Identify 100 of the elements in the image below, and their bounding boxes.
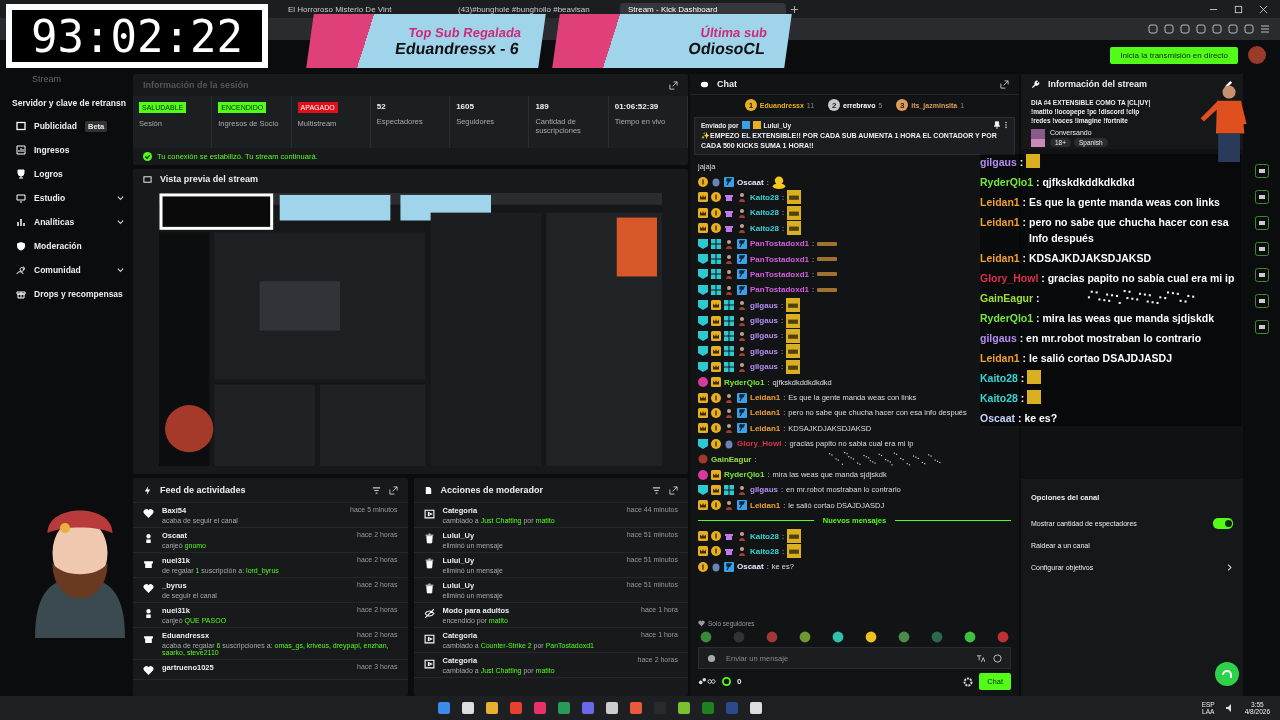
sidebar-item[interactable]: Comunidad (34, 265, 81, 275)
user-name[interactable]: Leidan1 (750, 408, 781, 418)
popout-icon[interactable] (388, 485, 398, 495)
filter-icon[interactable] (371, 485, 381, 495)
user-name[interactable]: GainEagur (711, 454, 752, 464)
emote-icon (1027, 370, 1042, 384)
og-icon (724, 346, 734, 357)
taskbar-app-icon[interactable] (461, 702, 474, 714)
browser-tab[interactable]: (43)#bunghole #bungholio #beavisan (450, 2, 616, 16)
menu-item-icon (16, 217, 26, 227)
user-name[interactable]: gilgaus (750, 316, 778, 326)
dock-icon[interactable] (1254, 268, 1269, 282)
user-name[interactable]: Oscaat (737, 562, 764, 572)
popout-icon[interactable] (669, 485, 678, 495)
check-icon (143, 152, 152, 161)
sidebar-item[interactable]: Publicidad (34, 121, 77, 131)
user-name[interactable]: gilgaus (750, 346, 778, 356)
og-icon (724, 361, 734, 372)
sidebar-item[interactable]: Drops y recompensas (34, 289, 123, 299)
user-name[interactable]: gilgaus (750, 485, 778, 495)
emote-icon (786, 313, 801, 328)
popout-icon[interactable] (1000, 79, 1009, 89)
user-name: Oscaat (980, 411, 1016, 426)
maximize-icon[interactable] (1234, 4, 1243, 14)
menu-item-icon (16, 169, 26, 179)
emote-icon[interactable] (964, 631, 976, 643)
emoji-icon[interactable] (993, 653, 1002, 663)
user-name[interactable]: Kaito28 (750, 546, 779, 556)
separator: : (1021, 251, 1028, 266)
user-name[interactable]: Kaito28 (750, 208, 779, 218)
chevron-icon[interactable] (116, 193, 125, 203)
menu-icon[interactable] (1260, 24, 1270, 34)
chevron-icon[interactable] (116, 265, 125, 275)
emote-icon[interactable] (865, 631, 877, 643)
coin-icon (711, 192, 721, 203)
user-name[interactable]: Oscaat (737, 177, 764, 187)
user-name[interactable]: Kaito28 (750, 192, 779, 202)
taskbar-app-icon[interactable] (605, 702, 618, 714)
user-name[interactable]: gilgaus (750, 362, 778, 372)
taskbar-app-icon[interactable] (485, 702, 498, 714)
og-icon (711, 269, 721, 280)
profile-avatar[interactable] (1248, 46, 1266, 64)
dock-icon[interactable] (1254, 190, 1269, 204)
sidebar-subitem[interactable]: Servidor y clave de retransn (12, 98, 125, 108)
chevron-icon[interactable] (116, 217, 125, 227)
user-name: gilgaus (980, 155, 1017, 170)
sidebar-item[interactable]: Logros (34, 169, 63, 179)
emote-icon (817, 240, 838, 247)
stream-chat-message: KDSAJKDJAKSDJAKSD (1029, 251, 1151, 266)
pin-icon[interactable] (993, 121, 1001, 129)
user-name[interactable]: RyderQlo1 (724, 377, 765, 387)
new-tab-icon[interactable] (790, 4, 799, 14)
user-name[interactable]: Kaito28 (750, 531, 779, 541)
sidebar-item[interactable]: Analíticas (34, 217, 75, 227)
sidebar-item[interactable]: Ingresos (34, 145, 70, 155)
close-icon[interactable] (1259, 4, 1268, 14)
dock-icon[interactable] (1254, 320, 1269, 334)
filter-icon[interactable] (652, 485, 661, 495)
stream-chat-message: mira las weas que manda sjdjskdk (1042, 311, 1215, 326)
sidebar-item[interactable]: Stream (16, 74, 125, 90)
user-name[interactable]: PanTostadoxd1 (750, 285, 809, 295)
user-name[interactable]: Glory_Howl (737, 439, 782, 449)
user-name[interactable]: gilgaus (750, 300, 778, 310)
taskbar-app-icon[interactable] (677, 702, 690, 714)
emote-icon[interactable] (832, 631, 844, 643)
emoji-icon[interactable] (707, 653, 716, 663)
dock-icon[interactable] (1254, 216, 1269, 230)
help-icon[interactable] (1215, 662, 1239, 686)
browser-tab[interactable]: El Horroroso Misterio De Vint (280, 2, 446, 16)
subscriber-badge-icon (698, 300, 708, 311)
chevron-icon[interactable] (1226, 563, 1233, 571)
go-live-button[interactable]: Inicia la transmisión en directo (1110, 46, 1238, 64)
toggle-switch[interactable] (1213, 517, 1233, 529)
settings-icon[interactable] (963, 676, 974, 687)
person-icon (737, 223, 747, 234)
subscriber-badge-icon (698, 469, 708, 480)
emote-icon[interactable] (799, 631, 811, 643)
user-name[interactable]: RyderQlo1 (724, 470, 765, 479)
more-icon[interactable] (1004, 121, 1008, 129)
translate-icon[interactable] (976, 653, 985, 663)
dock-icon[interactable] (1254, 164, 1269, 178)
user-name[interactable]: gilgaus (750, 331, 778, 341)
person-icon (737, 331, 747, 341)
user-name[interactable]: Kaito28 (750, 223, 779, 233)
emote-icon[interactable] (898, 631, 910, 643)
user-name[interactable]: Leidan1 (750, 393, 781, 403)
user-name[interactable]: PanTostadoxd1 (750, 239, 809, 249)
user-name[interactable]: Leidan1 (750, 423, 781, 433)
dock-icon[interactable] (1254, 294, 1269, 308)
taskbar-app-icon[interactable] (749, 702, 762, 714)
user-name[interactable]: Leidan1 (750, 500, 781, 510)
user-name[interactable]: PanTostadoxd1 (750, 254, 809, 264)
sidebar-item[interactable]: Estudio (34, 193, 66, 203)
person-icon (724, 284, 734, 295)
user-name[interactable]: PanTostadoxd1 (750, 269, 809, 279)
popout-icon[interactable] (669, 80, 678, 90)
coin-icon (698, 177, 708, 188)
dock-icon[interactable] (1254, 242, 1269, 256)
category-icon (423, 508, 435, 519)
sidebar-item[interactable]: Moderación (34, 241, 82, 251)
